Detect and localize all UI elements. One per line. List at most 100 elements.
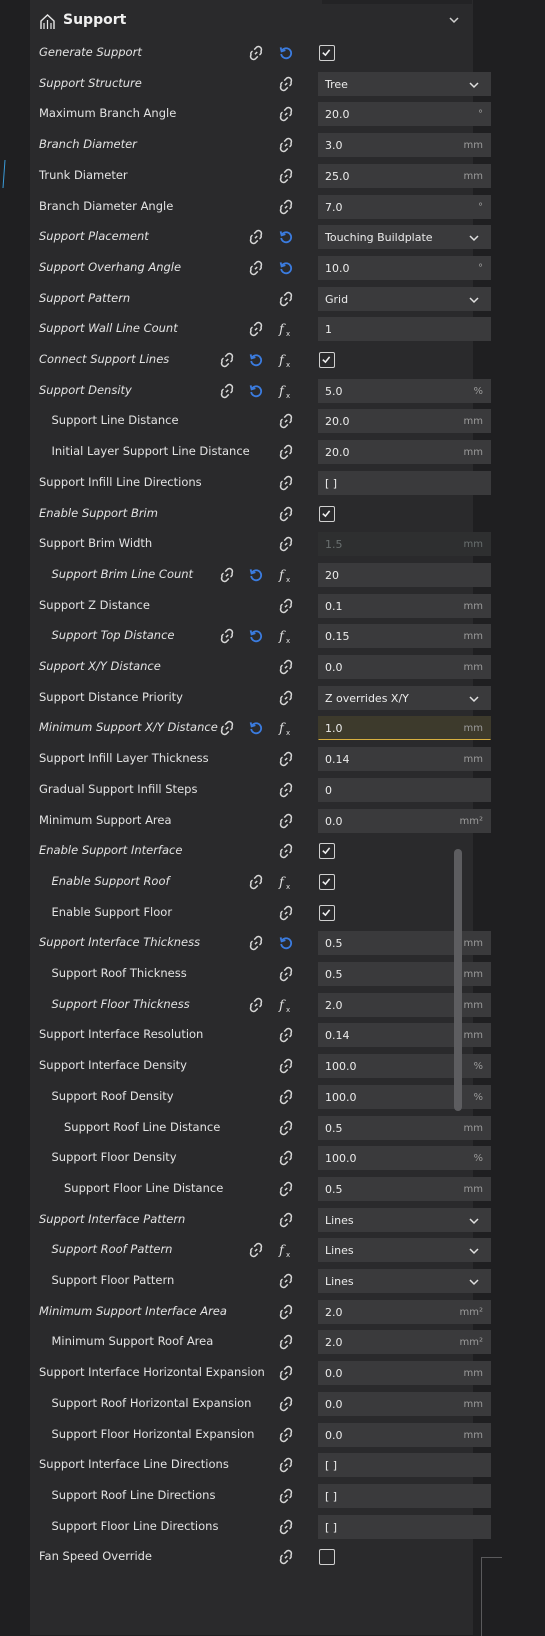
link-icon[interactable] — [278, 1181, 294, 1197]
reset-icon[interactable] — [248, 567, 264, 583]
link-icon[interactable] — [278, 1027, 294, 1043]
link-icon[interactable] — [278, 1058, 294, 1074]
setting-checkbox[interactable] — [319, 45, 335, 61]
link-icon[interactable] — [248, 321, 264, 337]
setting-input[interactable]: 20.0 mm — [318, 440, 491, 465]
link-icon[interactable] — [219, 383, 235, 399]
setting-input[interactable]: 0.0 mm — [318, 655, 491, 679]
setting-input[interactable]: [ ] — [318, 1453, 491, 1478]
setting-dropdown[interactable]: Grid — [318, 286, 491, 311]
setting-input[interactable]: 0.0 mm — [318, 1361, 491, 1386]
reset-icon[interactable] — [278, 260, 294, 276]
link-icon[interactable] — [278, 444, 294, 460]
scrollbar-thumb[interactable] — [454, 849, 462, 1111]
setting-dropdown[interactable]: Tree — [318, 71, 491, 96]
setting-checkbox[interactable] — [319, 843, 335, 860]
link-icon[interactable] — [219, 352, 235, 368]
setting-input[interactable]: 100.0% — [318, 1084, 491, 1109]
link-icon[interactable] — [278, 291, 294, 307]
link-icon[interactable] — [278, 782, 294, 798]
link-icon[interactable] — [248, 1242, 264, 1258]
link-icon[interactable] — [278, 137, 294, 153]
setting-input[interactable]: 10.0 ° — [318, 255, 491, 280]
function-icon[interactable]: fx — [278, 383, 294, 400]
setting-input[interactable]: 0.0 mm — [318, 1422, 491, 1447]
setting-input[interactable]: 0 — [318, 777, 491, 802]
setting-input[interactable]: 5.0% — [318, 378, 491, 403]
function-icon[interactable]: fx — [278, 997, 294, 1014]
setting-input[interactable]: 2.0 mm — [318, 992, 491, 1017]
setting-input[interactable]: [ ] — [318, 1483, 491, 1508]
setting-input[interactable]: 0.14 mm — [318, 1023, 491, 1048]
link-icon[interactable] — [278, 966, 294, 982]
link-icon[interactable] — [278, 690, 294, 706]
link-icon[interactable] — [278, 1549, 294, 1565]
setting-dropdown[interactable]: Lines — [318, 1238, 491, 1263]
link-icon[interactable] — [278, 1519, 294, 1535]
setting-dropdown[interactable]: Z overrides X/Y — [318, 685, 491, 710]
link-icon[interactable] — [278, 475, 294, 491]
link-icon[interactable] — [248, 874, 264, 890]
link-icon[interactable] — [278, 506, 294, 522]
link-icon[interactable] — [278, 76, 294, 92]
setting-input[interactable]: 25.0 mm — [318, 163, 491, 188]
setting-dropdown[interactable]: Touching Buildplate — [318, 225, 491, 250]
link-icon[interactable] — [278, 751, 294, 767]
setting-input[interactable]: 3.0 mm — [318, 133, 491, 158]
link-icon[interactable] — [278, 1212, 294, 1228]
link-icon[interactable] — [278, 536, 294, 552]
setting-input[interactable]: 0.14 mm — [318, 747, 491, 772]
link-icon[interactable] — [278, 813, 294, 829]
setting-input[interactable]: 0.0 mm — [318, 1391, 491, 1416]
setting-input[interactable]: 0.5 mm — [318, 1176, 491, 1201]
link-icon[interactable] — [278, 1150, 294, 1166]
setting-input[interactable]: 20.0 mm — [318, 409, 491, 434]
setting-input[interactable]: 0.5 mm — [318, 962, 491, 986]
link-icon[interactable] — [278, 1304, 294, 1320]
setting-input[interactable]: 0.0 mm² — [318, 808, 491, 833]
reset-icon[interactable] — [248, 383, 264, 399]
setting-input[interactable]: 1 — [318, 317, 491, 342]
link-icon[interactable] — [248, 935, 264, 951]
link-icon[interactable] — [248, 997, 264, 1013]
link-icon[interactable] — [278, 1273, 294, 1289]
link-icon[interactable] — [278, 598, 294, 614]
section-header[interactable]: Support — [30, 5, 473, 37]
link-icon[interactable] — [248, 45, 264, 61]
link-icon[interactable] — [278, 1120, 294, 1136]
function-icon[interactable]: fx — [278, 720, 294, 738]
link-icon[interactable] — [278, 168, 294, 184]
link-icon[interactable] — [219, 720, 235, 736]
setting-input[interactable]: 100.0% — [318, 1054, 491, 1079]
setting-input[interactable]: 1.0 mm — [318, 716, 491, 741]
setting-input[interactable]: 0.15 mm — [318, 624, 491, 649]
setting-input[interactable]: 2.0 mm² — [318, 1299, 491, 1324]
function-icon[interactable]: fx — [278, 567, 294, 584]
function-icon[interactable]: fx — [278, 352, 294, 370]
link-icon[interactable] — [278, 1427, 294, 1443]
setting-input[interactable]: 20 — [318, 562, 491, 587]
setting-input[interactable]: 20.0 ° — [318, 102, 491, 127]
setting-input[interactable]: 7.0 ° — [318, 194, 491, 219]
link-icon[interactable] — [278, 1396, 294, 1412]
reset-icon[interactable] — [248, 628, 264, 644]
link-icon[interactable] — [278, 199, 294, 215]
setting-checkbox[interactable] — [319, 904, 335, 921]
setting-input[interactable]: 100.0% — [318, 1146, 491, 1171]
chevron-down-icon[interactable] — [447, 13, 461, 27]
setting-dropdown[interactable]: Lines — [318, 1269, 491, 1293]
link-icon[interactable] — [278, 843, 294, 859]
link-icon[interactable] — [278, 106, 294, 122]
reset-icon[interactable] — [278, 45, 294, 61]
link-icon[interactable] — [278, 905, 294, 921]
link-icon[interactable] — [248, 229, 264, 245]
setting-input[interactable]: 0.5 mm — [318, 1115, 491, 1140]
link-icon[interactable] — [278, 1089, 294, 1105]
function-icon[interactable]: fx — [278, 874, 294, 891]
setting-input[interactable]: 1.5 mm — [318, 532, 491, 557]
link-icon[interactable] — [278, 1334, 294, 1350]
setting-input[interactable]: 0.1 mm — [318, 593, 491, 618]
link-icon[interactable] — [278, 659, 294, 675]
setting-checkbox[interactable] — [319, 505, 335, 522]
link-icon[interactable] — [248, 260, 264, 276]
